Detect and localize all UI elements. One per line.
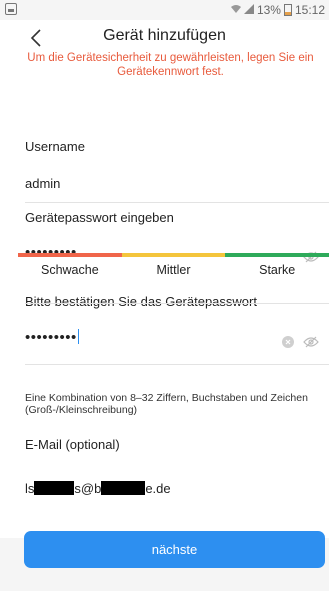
wifi-icon [230,3,241,17]
email-part-3: e.de [145,481,171,496]
strength-strong-label: Starke [259,263,296,277]
confirm-password-label: Bitte bestätigen Sie das Gerätepasswort [25,294,257,309]
username-field[interactable]: admin [25,176,60,191]
password-strength-bar [18,253,329,257]
divider [25,202,329,203]
strength-strong-segment [225,253,329,257]
notification-icon [5,3,17,15]
password-label: Gerätepasswort eingeben [25,210,174,225]
strength-labels: Schwache Mittler Starke [18,263,329,277]
signal-icon [243,3,254,17]
email-label: E-Mail (optional) [25,437,120,452]
divider [25,364,329,365]
clock: 15:12 [294,3,325,17]
strength-weak-label: Schwache [40,263,99,277]
username-label: Username [25,139,85,154]
email-part-1: ls [25,481,35,496]
add-device-form: Username admin Gerätepasswort eingeben •… [0,78,329,538]
page-title: Gerät hinzufügen [103,27,226,44]
status-indicators: 13% 15:12 [230,3,325,17]
email-field[interactable]: ls s@b e.de [25,481,171,496]
header: Gerät hinzufügen Um die Gerätesicherheit… [0,20,329,78]
battery-percent: 13% [256,3,281,17]
confirm-password-field[interactable]: ••••••••• [25,329,80,346]
next-button[interactable]: nächste [24,531,325,568]
strength-weak-segment [18,253,122,257]
status-bar: 13% 15:12 [0,0,329,20]
confirm-password-value: ••••••••• [25,329,77,346]
strength-medium-segment [121,253,226,257]
toggle-visibility-icon[interactable] [303,335,319,348]
strength-medium-label: Mittler [156,263,191,277]
password-hint: Eine Kombination von 8–32 Ziffern, Buchs… [25,392,308,416]
redaction-mask [34,481,75,495]
security-notice: Um die Gerätesicherheit zu gewährleisten… [27,52,314,78]
text-cursor [77,329,80,344]
email-part-2: s@b [74,481,102,496]
clear-icon[interactable] [282,335,294,348]
divider [25,303,329,304]
redaction-mask [101,481,146,495]
battery-icon [283,4,292,16]
